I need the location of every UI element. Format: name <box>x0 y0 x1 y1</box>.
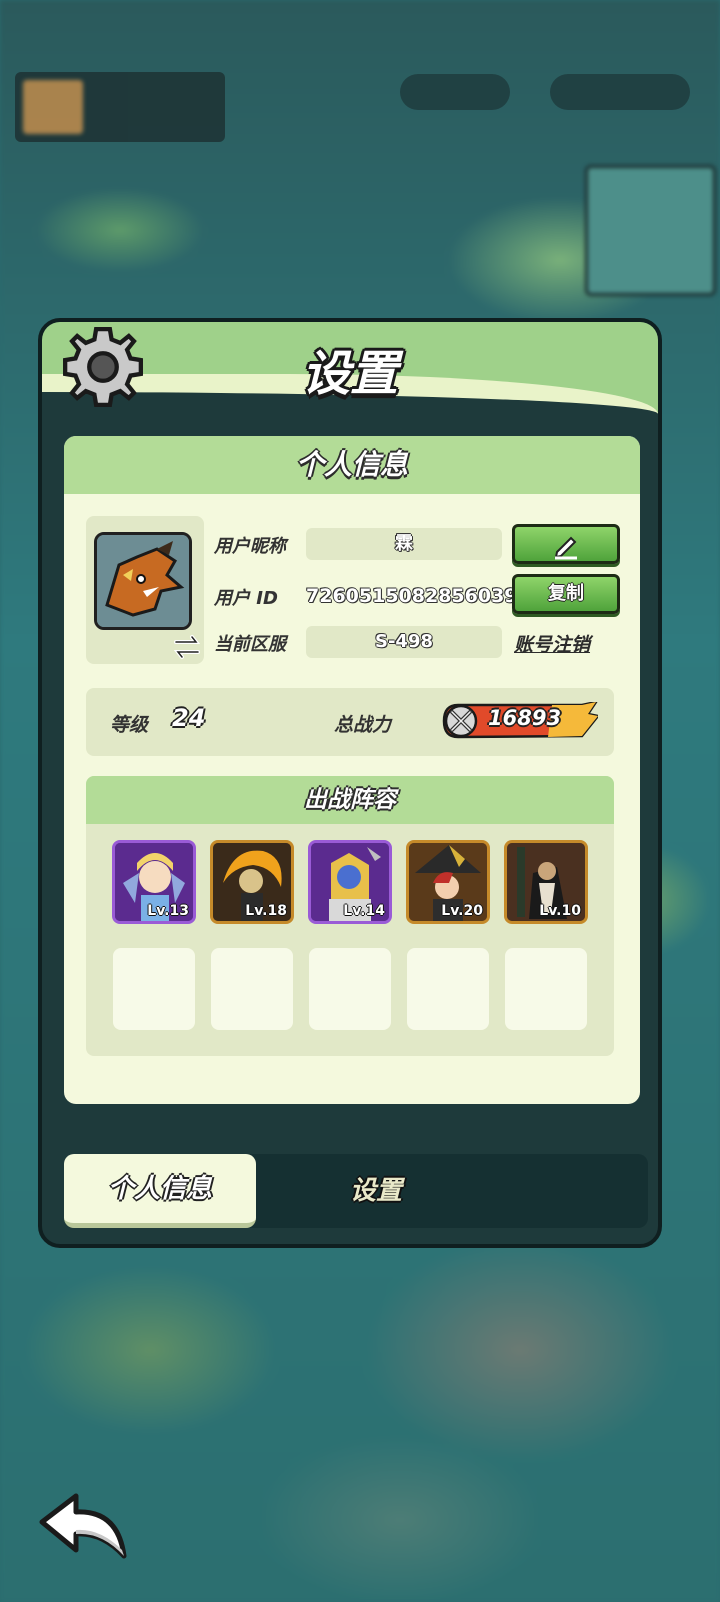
lineup-title: 出战阵容 <box>86 776 614 824</box>
copy-id-button[interactable]: 复制 <box>512 574 620 614</box>
avatar[interactable] <box>94 532 192 630</box>
back-arrow-icon[interactable] <box>38 1492 130 1564</box>
cancel-account-link[interactable]: 账号注销 <box>514 630 590 657</box>
avatar-container <box>86 516 204 664</box>
minimap-background <box>585 165 716 296</box>
hero-card[interactable]: Lv.13 <box>112 840 196 924</box>
user-id-value: 72605150828560399 <box>306 585 531 607</box>
hero-card[interactable]: Lv.20 <box>406 840 490 924</box>
empty-hero-slot[interactable] <box>113 948 195 1030</box>
dialog-tabs: 个人信息 设置 <box>64 1154 648 1228</box>
empty-hero-slot[interactable] <box>211 948 293 1030</box>
server-label: 当前区服 <box>214 634 286 655</box>
hero-level: Lv.13 <box>147 903 189 919</box>
empty-hero-slot[interactable] <box>309 948 391 1030</box>
panel-title: 个人信息 <box>64 436 640 494</box>
personal-info-panel: 个人信息 用户昵称 霖 用户 ID 72605150828560399 复制 当… <box>64 436 640 1104</box>
resource-bar-background <box>400 74 510 110</box>
empty-hero-slot[interactable] <box>505 948 587 1030</box>
battle-lineup: 出战阵容 Lv.13 Lv.18 Lv.14 Lv.20 Lv.10 <box>86 776 614 1056</box>
hero-level: Lv.18 <box>245 903 287 919</box>
nickname-field: 霖 <box>306 528 502 560</box>
crossed-swords-icon <box>450 710 472 732</box>
tab-personal-info[interactable]: 个人信息 <box>64 1154 256 1228</box>
hero-level: Lv.10 <box>539 903 581 919</box>
hero-card[interactable]: Lv.10 <box>504 840 588 924</box>
pencil-icon <box>554 536 577 560</box>
player-banner-background <box>15 72 225 142</box>
edit-nickname-button[interactable] <box>512 524 620 564</box>
dialog-title: 设置 <box>301 346 398 402</box>
dragon-avatar-icon <box>97 535 189 627</box>
hero-card[interactable]: Lv.18 <box>210 840 294 924</box>
resource-bar-background <box>550 74 690 110</box>
hero-level: Lv.14 <box>343 903 385 919</box>
level-label: 等级 <box>110 714 149 736</box>
server-field: S-498 <box>306 626 502 658</box>
empty-hero-slot[interactable] <box>407 948 489 1030</box>
tab-settings[interactable]: 设置 <box>326 1154 426 1228</box>
hero-level: Lv.20 <box>441 903 483 919</box>
hero-card[interactable]: Lv.14 <box>308 840 392 924</box>
swap-icon[interactable] <box>172 632 202 662</box>
settings-dialog: 设置 个人信息 用户昵称 霖 用户 ID 72605150828560399 复… <box>38 318 662 1248</box>
nickname-label: 用户昵称 <box>214 536 286 557</box>
power-badge: 16893 <box>442 702 598 740</box>
stats-row: 等级 24 总战力 16893 <box>86 688 614 756</box>
power-label: 总战力 <box>334 714 392 736</box>
power-value: 16893 <box>488 706 562 730</box>
level-value: 24 <box>172 704 206 732</box>
user-id-label: 用户 ID <box>214 588 278 609</box>
